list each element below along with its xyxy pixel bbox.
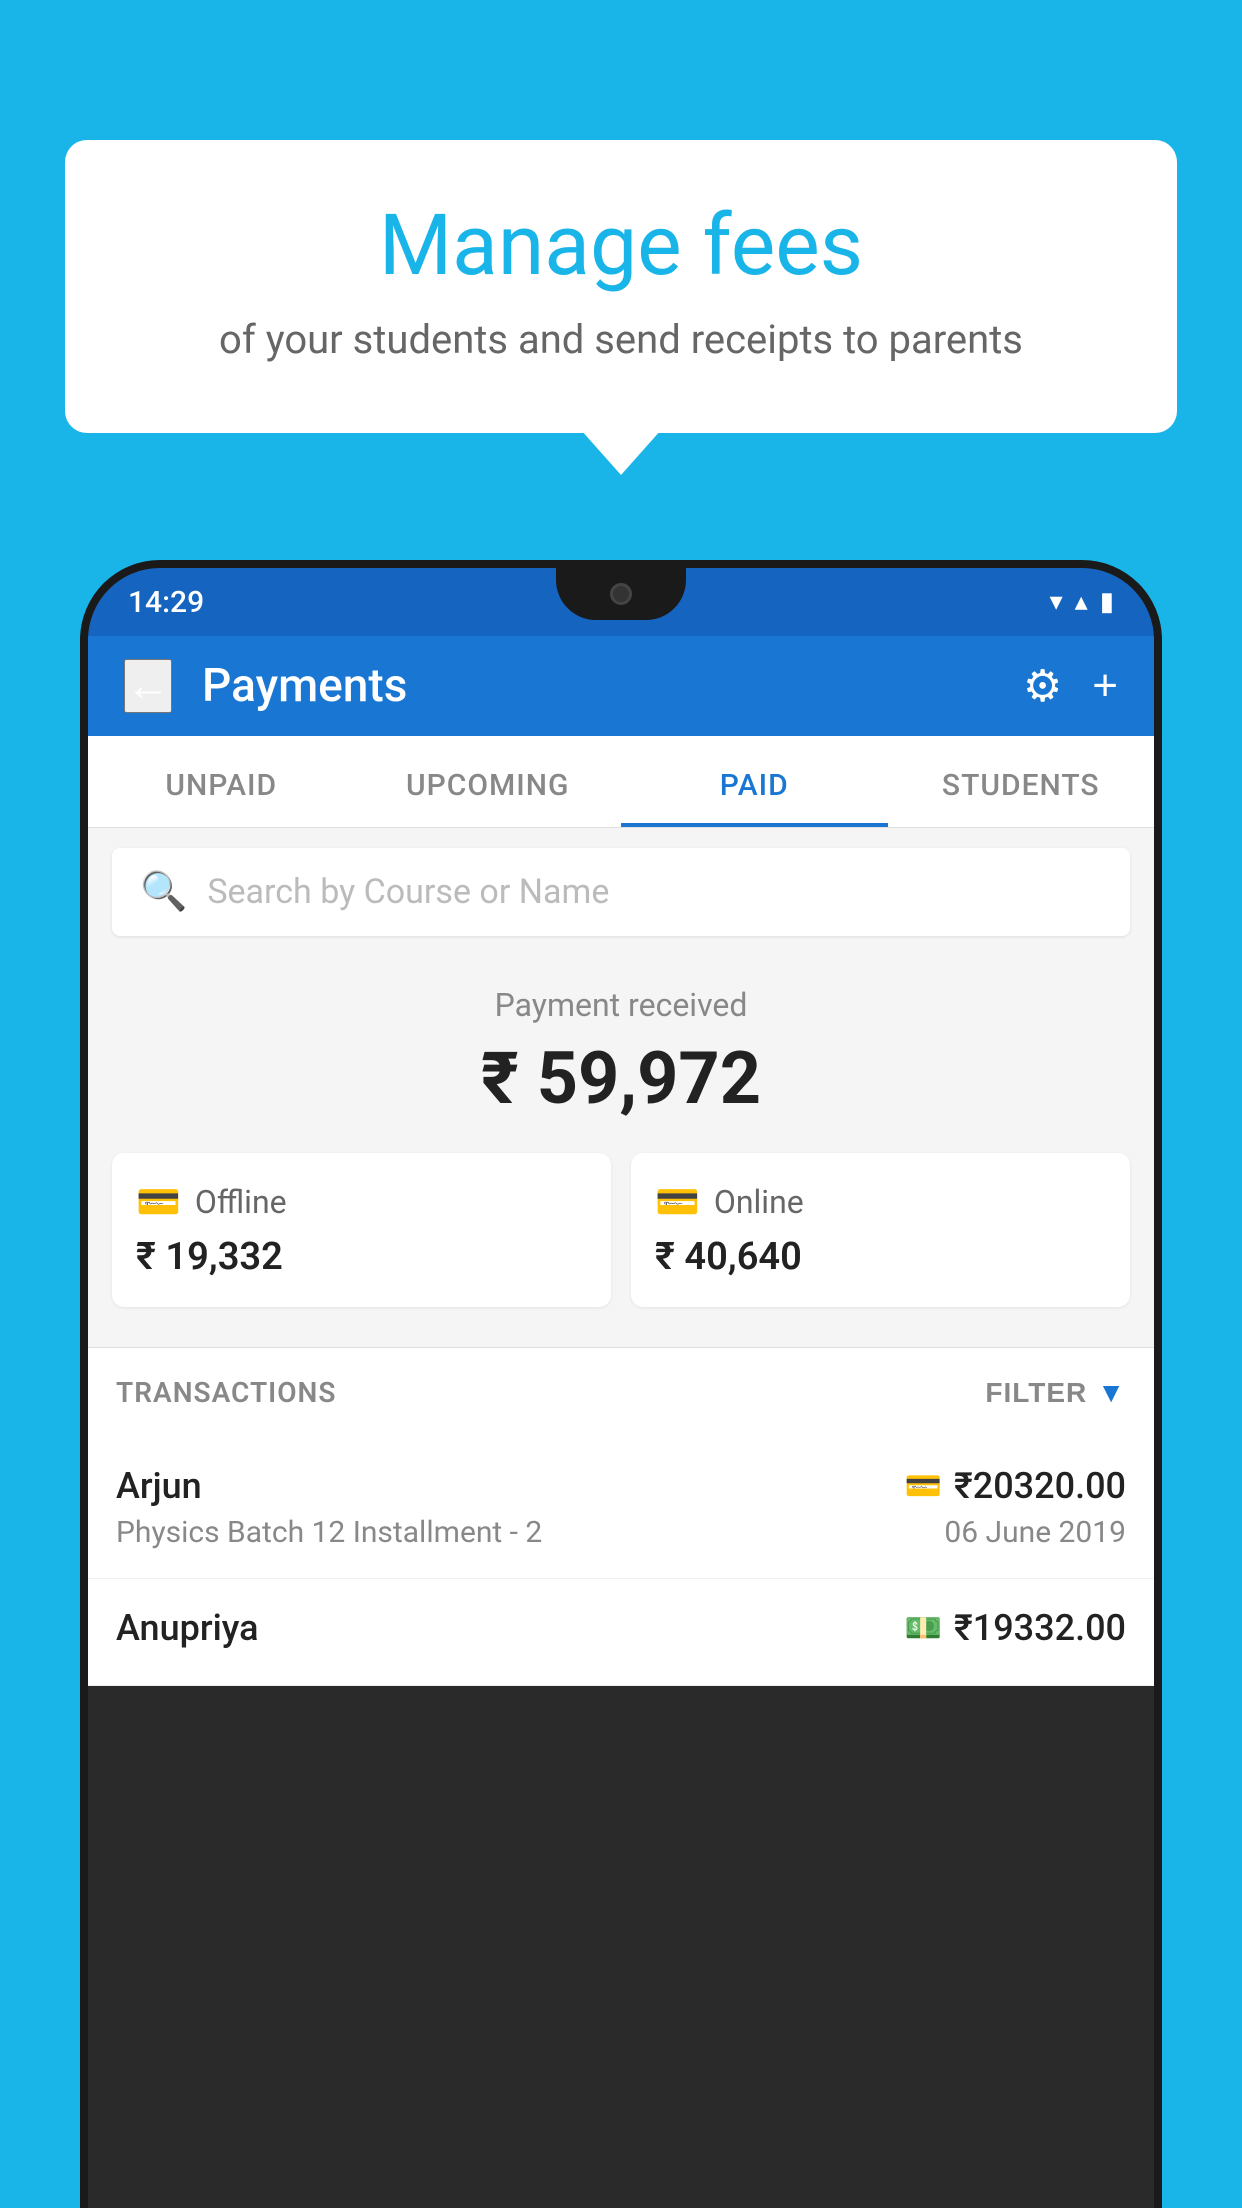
search-icon: 🔍 [140,870,187,914]
wifi-icon: ▾ [1050,587,1063,617]
bubble-subtitle: of your students and send receipts to pa… [145,316,1097,363]
table-row[interactable]: Arjun 💳 ₹20320.00 Physics Batch 12 Insta… [88,1437,1154,1579]
status-bar: 14:29 ▾ ▴ ▮ [88,568,1154,636]
online-label: Online [714,1183,804,1221]
back-button[interactable]: ← [124,659,172,713]
cash-payment-icon: 💵 [905,1611,942,1646]
payment-total-amount: ₹ 59,972 [112,1036,1130,1121]
speech-bubble: Manage fees of your students and send re… [65,140,1177,433]
offline-card: 💳 Offline ₹ 19,332 [112,1153,611,1307]
online-card: 💳 Online ₹ 40,640 [631,1153,1130,1307]
tabs: UNPAID UPCOMING PAID STUDENTS [88,736,1154,828]
search-box[interactable]: 🔍 Search by Course or Name [112,848,1130,936]
search-container: 🔍 Search by Course or Name [88,828,1154,956]
phone-frame: 14:29 ▾ ▴ ▮ ← Payments ⚙ + UNPAID UPCOMI… [80,560,1162,2208]
amount-wrapper: 💵 ₹19332.00 [905,1607,1126,1649]
filter-icon: ▼ [1097,1377,1126,1409]
status-time: 14:29 [128,585,204,620]
cash-icon: 💳 [136,1181,181,1223]
signal-icon: ▴ [1075,587,1088,617]
tab-upcoming[interactable]: UPCOMING [355,736,622,827]
transaction-amount: ₹20320.00 [954,1465,1126,1507]
transactions-header: TRANSACTIONS FILTER ▼ [88,1347,1154,1437]
status-icons: ▾ ▴ ▮ [1050,587,1114,617]
course-info: Physics Batch 12 Installment - 2 [116,1515,542,1550]
header-icons: ⚙ + [1023,661,1118,712]
transaction-amount: ₹19332.00 [954,1607,1126,1649]
page-title: Payments [202,659,993,713]
filter-label: FILTER [985,1377,1087,1409]
payment-cards: 💳 Offline ₹ 19,332 💳 Online ₹ 40,640 [112,1153,1130,1307]
transaction-row-top: Arjun 💳 ₹20320.00 [116,1465,1126,1507]
student-name: Arjun [116,1465,202,1507]
transaction-row-bottom: Physics Batch 12 Installment - 2 06 June… [116,1515,1126,1550]
online-card-header: 💳 Online [655,1181,1106,1223]
transactions-label: TRANSACTIONS [116,1376,336,1409]
card-icon: 💳 [655,1181,700,1223]
app-header: ← Payments ⚙ + [88,636,1154,736]
battery-icon: ▮ [1100,587,1114,617]
payment-received-label: Payment received [112,986,1130,1024]
card-payment-icon: 💳 [905,1469,942,1504]
filter-button[interactable]: FILTER ▼ [985,1377,1126,1409]
tab-unpaid[interactable]: UNPAID [88,736,355,827]
payment-summary: Payment received ₹ 59,972 💳 Offline ₹ 19… [88,956,1154,1347]
screen-content: UNPAID UPCOMING PAID STUDENTS 🔍 Search b… [88,736,1154,1686]
table-row[interactable]: Anupriya 💵 ₹19332.00 [88,1579,1154,1686]
camera [610,583,632,605]
amount-wrapper: 💳 ₹20320.00 [905,1465,1126,1507]
student-name: Anupriya [116,1607,259,1649]
offline-label: Offline [195,1183,287,1221]
settings-button[interactable]: ⚙ [1023,661,1062,712]
promo-section: Manage fees of your students and send re… [65,140,1177,433]
phone-inner: 14:29 ▾ ▴ ▮ ← Payments ⚙ + UNPAID UPCOMI… [88,568,1154,2208]
transaction-row-top: Anupriya 💵 ₹19332.00 [116,1607,1126,1649]
online-amount: ₹ 40,640 [655,1235,1106,1279]
bubble-title: Manage fees [145,200,1097,292]
offline-amount: ₹ 19,332 [136,1235,587,1279]
notch [556,568,686,620]
search-input[interactable]: Search by Course or Name [207,872,609,912]
tab-paid[interactable]: PAID [621,736,888,827]
tab-students[interactable]: STUDENTS [888,736,1155,827]
add-button[interactable]: + [1092,661,1118,711]
offline-card-header: 💳 Offline [136,1181,587,1223]
transaction-date: 06 June 2019 [944,1515,1126,1550]
